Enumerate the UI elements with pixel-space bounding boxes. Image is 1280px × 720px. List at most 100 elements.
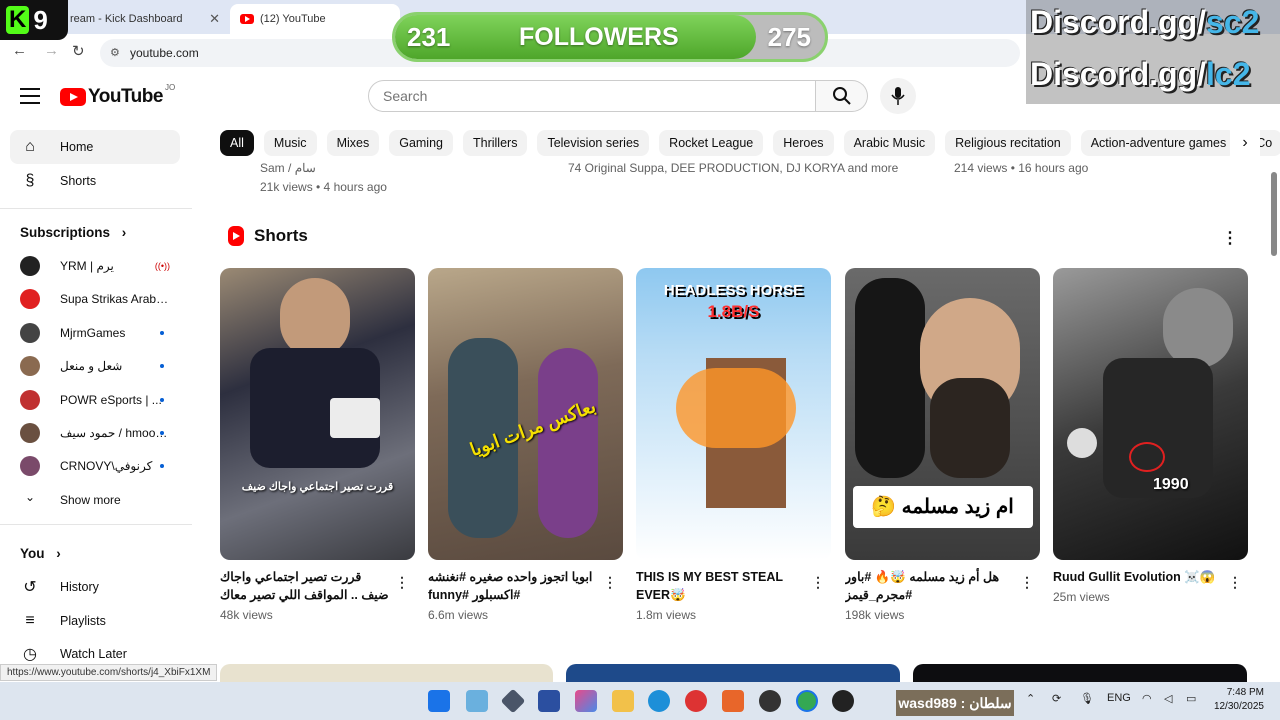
shorts-icon: §	[25, 172, 35, 189]
subscription-item[interactable]: حمود سيف / hmood...	[10, 417, 180, 449]
subscription-item[interactable]: شعل و منعل	[10, 350, 180, 382]
app-icon[interactable]	[500, 688, 526, 714]
more-options-icon[interactable]: ⋮	[1222, 228, 1238, 248]
voice-search-button[interactable]	[880, 78, 916, 114]
back-icon[interactable]: ←	[12, 42, 27, 59]
subscription-item[interactable]: CRNOVY\كرنوفي	[10, 450, 180, 482]
chip-4[interactable]: Thrillers	[463, 130, 528, 156]
short-thumbnail[interactable]: قررت تصير اجتماعي واجاك ضيف	[220, 268, 415, 560]
video-channel[interactable]: 74 Original Suppa, DEE PRODUCTION, DJ KO…	[568, 161, 898, 175]
sidebar-item-shorts[interactable]: § Shorts	[10, 164, 180, 198]
short-card[interactable]: ام زيد مسلمه 🤔 هل أم زيد مسلمه 🤯🔥 #باور …	[845, 268, 1040, 622]
followers-label: FOLLOWERS	[519, 23, 679, 51]
scrollbar-thumb[interactable]	[1271, 172, 1277, 256]
chevron-up-icon[interactable]: ⌃	[1026, 692, 1035, 705]
system-clock[interactable]: 7:48 PM 12/30/2025	[1208, 686, 1264, 714]
short-title[interactable]: ابويا اتجوز واحده صغيره #نغنشه #اكسبلور …	[428, 568, 623, 604]
video-thumbnail[interactable]	[220, 664, 553, 684]
channel-avatar	[20, 356, 40, 377]
subscription-item[interactable]: MjrmGames	[10, 317, 180, 349]
subscriptions-heading[interactable]: Subscriptions ›	[20, 225, 126, 240]
youtube-logo[interactable]: YouTube JO	[60, 83, 175, 108]
discord-accent: lc2	[1206, 56, 1251, 92]
show-more-button[interactable]: ⌄ Show more	[10, 484, 180, 516]
discord-accent: sc2	[1206, 4, 1260, 40]
more-options-icon[interactable]: ⋮	[395, 574, 409, 591]
you-heading[interactable]: You ›	[20, 546, 61, 561]
channel-name: حمود سيف / hmood...	[60, 426, 170, 440]
language-indicator[interactable]: ENG	[1107, 692, 1131, 704]
video-thumbnail[interactable]	[913, 664, 1247, 684]
edge-icon[interactable]	[648, 690, 670, 712]
filter-chips: All Music Mixes Gaming Thrillers Television s…	[220, 130, 1280, 158]
chevron-down-icon: ⌄	[24, 490, 36, 504]
short-title[interactable]: هل أم زيد مسلمه 🤯🔥 #باور #مجرم_قيمز	[845, 568, 1040, 604]
app-icon[interactable]	[722, 690, 744, 712]
more-options-icon[interactable]: ⋮	[603, 574, 617, 591]
start-icon[interactable]	[428, 690, 450, 712]
short-card[interactable]: 1990 Ruud Gullit Evolution ☠️😱 25m views…	[1053, 268, 1248, 604]
tab-youtube[interactable]: (12) YouTube	[230, 4, 400, 34]
short-thumbnail[interactable]: ام زيد مسلمه 🤔	[845, 268, 1040, 560]
chip-6[interactable]: Rocket League	[659, 130, 764, 156]
short-card[interactable]: HEADLESS HORSE 1.8B/S THIS IS MY BEST ST…	[636, 268, 831, 622]
forward-icon[interactable]: →	[44, 42, 59, 59]
sidebar-item-home[interactable]: ⌂ Home	[10, 130, 180, 164]
chrome-icon[interactable]	[796, 690, 818, 712]
chip-9[interactable]: Religious recitation	[945, 130, 1071, 156]
volume-icon[interactable]: ◁	[1164, 692, 1172, 705]
short-thumbnail[interactable]: HEADLESS HORSE 1.8B/S	[636, 268, 831, 560]
obs-icon[interactable]	[759, 690, 781, 712]
chevron-right-icon: ›	[56, 546, 61, 561]
short-card[interactable]: بعاكس مرات ابويا ابويا اتجوز واحده صغيره…	[428, 268, 623, 622]
subscription-item[interactable]: YRM | يرم ((•))	[10, 250, 180, 282]
scrollbar[interactable]	[1268, 128, 1280, 678]
widgets-icon[interactable]	[466, 690, 488, 712]
video-channel[interactable]: Sam / سام	[260, 161, 316, 175]
chip-8[interactable]: Arabic Music	[843, 130, 936, 156]
app-icon[interactable]	[832, 690, 854, 712]
sidebar-item-playlists[interactable]: ≡ Playlists	[10, 604, 180, 638]
subscription-item[interactable]: Supa Strikas Arabic...	[10, 283, 180, 315]
search-button[interactable]	[816, 80, 868, 112]
media-icon[interactable]	[685, 690, 707, 712]
chip-2[interactable]: Mixes	[326, 130, 380, 156]
short-thumbnail[interactable]: بعاكس مرات ابويا	[428, 268, 623, 560]
sidebar-item-history[interactable]: ↺ History	[10, 570, 180, 604]
store-icon[interactable]	[538, 690, 560, 712]
wifi-icon[interactable]: ◠	[1142, 692, 1152, 705]
chip-5[interactable]: Television series	[537, 130, 650, 156]
short-title[interactable]: THIS IS MY BEST STEAL EVER🤯	[636, 568, 831, 604]
folder-icon[interactable]	[612, 690, 634, 712]
chip-10[interactable]: Action-adventure games	[1080, 130, 1237, 156]
streamer-tag: wasd989 : سلطان	[896, 690, 1014, 716]
video-stats: 214 views • 16 hours ago	[954, 161, 1089, 175]
status-url: https://www.youtube.com/shorts/j4_XbiFx1…	[0, 664, 218, 681]
sync-icon[interactable]: ⟳	[1052, 692, 1061, 705]
chip-7[interactable]: Heroes	[773, 130, 834, 156]
subscription-item[interactable]: POWR eSports | ...	[10, 384, 180, 416]
short-thumbnail[interactable]: 1990	[1053, 268, 1248, 560]
more-options-icon[interactable]: ⋮	[1020, 574, 1034, 591]
more-options-icon[interactable]: ⋮	[811, 574, 825, 591]
search-input[interactable]	[368, 80, 816, 112]
channel-name: شعل و منعل	[60, 359, 123, 374]
chip-3[interactable]: Gaming	[389, 130, 453, 156]
tab-kick-dashboard[interactable]: ream - Kick Dashboard ✕	[60, 4, 230, 34]
site-info-icon[interactable]: ⚙	[110, 39, 120, 67]
microphone-icon[interactable]: 🎙	[1080, 692, 1094, 705]
copilot-icon[interactable]	[575, 690, 597, 712]
short-card[interactable]: قررت تصير اجتماعي واجاك ضيف قررت تصير اج…	[220, 268, 415, 622]
battery-icon[interactable]: ▭	[1186, 692, 1196, 705]
thumbnail-caption: ام زيد مسلمه 🤔	[871, 496, 1014, 518]
chip-0[interactable]: All	[220, 130, 254, 156]
chevron-right-icon[interactable]: ›	[1230, 130, 1260, 156]
short-title[interactable]: Ruud Gullit Evolution ☠️😱	[1053, 568, 1248, 586]
more-options-icon[interactable]: ⋮	[1228, 574, 1242, 591]
video-thumbnail[interactable]	[566, 664, 900, 684]
short-title[interactable]: قررت تصير اجتماعي واجاك ضيف .. المواقف ا…	[220, 568, 415, 604]
close-icon[interactable]: ✕	[209, 11, 220, 27]
reload-icon[interactable]: ↻	[72, 42, 85, 60]
chip-1[interactable]: Music	[263, 130, 317, 156]
menu-icon[interactable]	[20, 88, 40, 104]
